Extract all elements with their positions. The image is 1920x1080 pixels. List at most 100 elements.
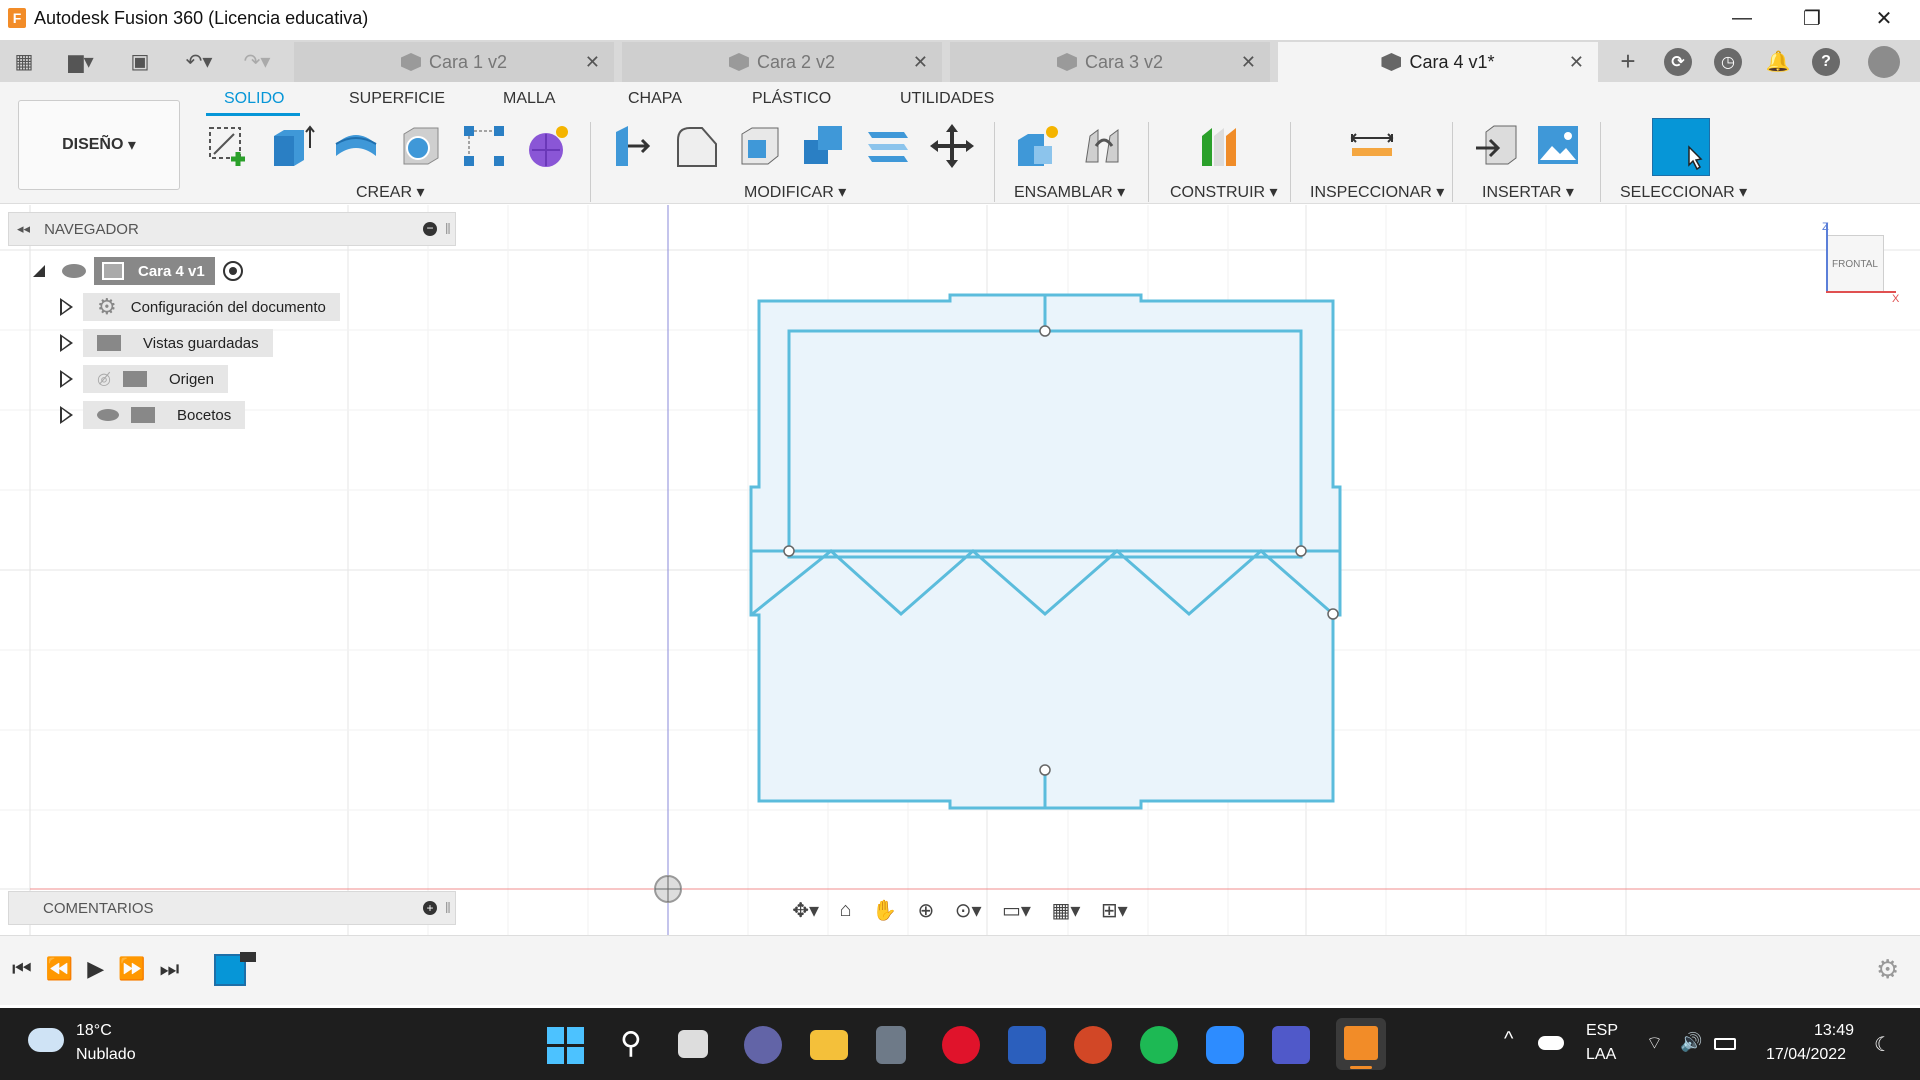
select-tool-button[interactable] — [1652, 118, 1710, 176]
collapsed-triangle-icon[interactable] — [60, 334, 73, 352]
tab-chapa[interactable]: CHAPA — [628, 90, 682, 108]
inner-rectangle[interactable] — [787, 329, 1303, 559]
expanded-triangle-icon[interactable] — [32, 264, 46, 278]
volume-icon[interactable]: 🔊 — [1680, 1032, 1702, 1053]
canvas-viewport[interactable]: FRONTAL Z X ◂◂ NAVEGADOR − ‖ Cara 4 v1 ⚙… — [0, 205, 1920, 935]
extrude-icon[interactable] — [268, 122, 316, 170]
insert-derive-icon[interactable] — [1472, 122, 1520, 170]
collapsed-triangle-icon[interactable] — [60, 370, 73, 388]
hidden-eye-icon[interactable]: ◎̸ — [97, 369, 111, 389]
tab-superficie[interactable]: SUPERFICIE — [349, 90, 445, 108]
collapse-panel-icon[interactable]: ◂◂ — [17, 221, 30, 237]
restore-button[interactable]: ❐ — [1784, 0, 1840, 36]
tab-malla[interactable]: MALLA — [503, 90, 555, 108]
insert-image-icon[interactable] — [1534, 122, 1582, 170]
play-icon[interactable]: ▶ — [87, 956, 104, 982]
settings-row[interactable]: ⚙ Configuración del documento — [83, 293, 340, 321]
pan-hand-icon[interactable]: ✋ — [872, 898, 897, 923]
browser-item-settings[interactable]: ⚙ Configuración del documento — [60, 293, 340, 321]
collapsed-triangle-icon[interactable] — [60, 298, 73, 316]
new-component-icon[interactable] — [1014, 122, 1062, 170]
word-icon[interactable] — [1008, 1026, 1046, 1064]
extensions-icon[interactable]: ⟳ — [1664, 48, 1692, 76]
minimize-browser-icon[interactable]: − — [423, 222, 437, 236]
group-crear[interactable]: CREAR ▾ — [356, 182, 425, 202]
grid-settings-icon[interactable]: ▦▾ — [1051, 898, 1080, 923]
teams-chat-icon[interactable] — [744, 1026, 782, 1064]
search-icon[interactable]: ⚲ — [612, 1026, 650, 1064]
fillet-icon[interactable] — [672, 122, 720, 170]
move-copy-icon[interactable] — [928, 122, 976, 170]
user-avatar[interactable] — [1868, 46, 1900, 78]
spotify-icon[interactable] — [1140, 1026, 1178, 1064]
group-inspeccionar[interactable]: INSPECCIONAR ▾ — [1310, 182, 1444, 202]
root-component[interactable]: Cara 4 v1 — [94, 257, 215, 285]
panel-grip-icon[interactable]: ‖ — [445, 900, 451, 917]
add-comment-icon[interactable]: + — [423, 901, 437, 915]
timeline-marker[interactable] — [240, 952, 256, 962]
close-button[interactable]: ✕ — [1856, 0, 1912, 36]
file-explorer-icon[interactable] — [810, 1030, 848, 1060]
onedrive-cloud-icon[interactable] — [1538, 1036, 1564, 1050]
teams-icon[interactable] — [1272, 1026, 1310, 1064]
sweep-shell-icon[interactable] — [396, 122, 444, 170]
sketch-point[interactable] — [1295, 545, 1307, 557]
sketch-point[interactable] — [1327, 608, 1339, 620]
pattern-icon[interactable] — [460, 122, 508, 170]
tab-cara-4[interactable]: Cara 4 v1* ✕ — [1278, 42, 1598, 82]
shell-icon[interactable] — [736, 122, 784, 170]
weather-description[interactable]: Nublado — [76, 1046, 136, 1064]
redo-icon[interactable]: ↷▾ — [234, 46, 280, 76]
clock-time[interactable]: 13:49 — [1814, 1022, 1854, 1040]
close-tab-icon[interactable]: ✕ — [1569, 52, 1584, 73]
joint-icon[interactable] — [1080, 122, 1128, 170]
go-to-end-icon[interactable]: ⏭ — [160, 956, 180, 982]
tab-solido[interactable]: SOLIDO — [224, 90, 284, 108]
step-forward-icon[interactable]: ⏩ — [118, 956, 145, 982]
collapsed-triangle-icon[interactable] — [60, 406, 73, 424]
fit-window-icon[interactable]: ⊙▾ — [955, 898, 982, 923]
tab-cara-2[interactable]: Cara 2 v2 ✕ — [622, 42, 942, 82]
close-tab-icon[interactable]: ✕ — [913, 52, 928, 73]
tab-plastico[interactable]: PLÁSTICO — [752, 90, 831, 108]
saved-views-row[interactable]: Vistas guardadas — [83, 329, 273, 357]
viewcube[interactable]: FRONTAL — [1826, 235, 1884, 293]
split-body-icon[interactable] — [864, 122, 912, 170]
viewports-icon[interactable]: ⊞▾ — [1101, 898, 1128, 923]
sketch-profile[interactable] — [749, 293, 1342, 810]
go-to-start-icon[interactable]: ⏮ — [12, 956, 32, 982]
notification-moon-icon[interactable]: ☾ — [1874, 1032, 1892, 1057]
opera-browser-icon[interactable] — [942, 1026, 980, 1064]
battery-icon[interactable] — [1714, 1038, 1736, 1050]
zoom-app-icon[interactable] — [1206, 1026, 1244, 1064]
close-tab-icon[interactable]: ✕ — [1241, 52, 1256, 73]
offset-plane-icon[interactable] — [1196, 122, 1244, 170]
sketch-point[interactable] — [1039, 764, 1051, 776]
notifications-bell-icon[interactable]: 🔔 — [1762, 46, 1794, 76]
powerpoint-icon[interactable] — [1074, 1026, 1112, 1064]
activate-component-icon[interactable] — [222, 261, 243, 281]
task-view-icon[interactable] — [678, 1030, 708, 1058]
visibility-eye-icon[interactable] — [62, 264, 86, 278]
file-menu-icon[interactable]: ▆▾ — [58, 46, 104, 76]
calculator-icon[interactable] — [876, 1026, 906, 1064]
orbit-icon[interactable]: ✥▾ — [792, 898, 819, 923]
group-insertar[interactable]: INSERTAR ▾ — [1482, 182, 1574, 202]
fusion-taskbar-button[interactable] — [1336, 1018, 1386, 1070]
group-seleccionar[interactable]: SELECCIONAR ▾ — [1620, 182, 1747, 202]
show-hidden-icons-chevron[interactable]: ^ — [1504, 1028, 1513, 1051]
look-at-icon[interactable]: ⌂ — [840, 899, 852, 922]
panel-grip-icon[interactable]: ‖ — [445, 221, 451, 238]
cloud-weather-icon[interactable] — [28, 1028, 64, 1052]
measure-icon[interactable] — [1348, 122, 1396, 170]
group-construir[interactable]: CONSTRUIR ▾ — [1170, 182, 1278, 202]
display-settings-icon[interactable]: ▭▾ — [1002, 898, 1031, 923]
create-sketch-icon[interactable] — [204, 122, 252, 170]
origin-marker[interactable] — [654, 875, 682, 903]
undo-icon[interactable]: ↶▾ — [176, 46, 222, 76]
data-panel-grid-icon[interactable]: ▦ — [8, 46, 40, 76]
wifi-icon[interactable]: ⌔ — [1646, 1032, 1663, 1055]
timeline-settings-gear-icon[interactable]: ⚙ — [1876, 954, 1899, 985]
origin-row[interactable]: ◎̸ Origen — [83, 365, 228, 393]
browser-root-row[interactable]: Cara 4 v1 — [32, 257, 243, 285]
